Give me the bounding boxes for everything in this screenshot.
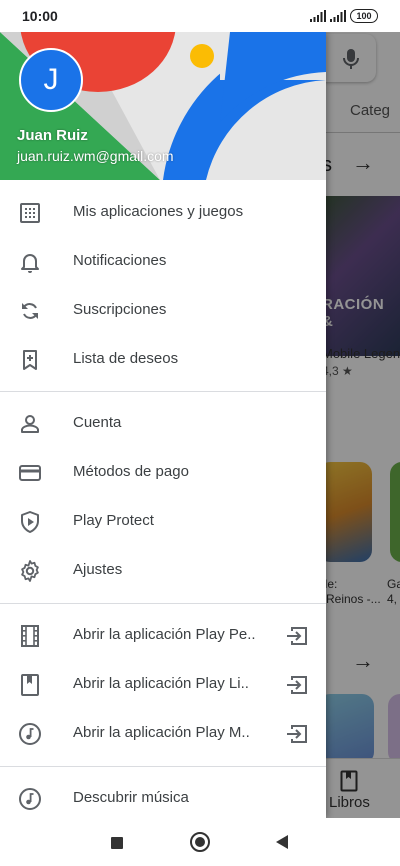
music-disc-icon [19,723,41,745]
system-navigation-bar [0,818,400,866]
back-button[interactable] [276,835,288,849]
menu-item-open-play-music[interactable]: Abrir la aplicación Play M.. [0,710,326,758]
home-button[interactable] [190,832,210,852]
credit-card-icon [19,465,41,481]
avatar[interactable]: J [19,48,83,112]
apps-grid-icon [20,203,40,223]
navigation-drawer: J Juan Ruiz juan.ruiz.wm@gmail.com Mis a… [0,32,326,818]
menu-item-label: Suscripciones [73,301,167,318]
menu-item-open-play-books[interactable]: Abrir la aplicación Play Li.. [0,661,326,709]
menu-item-label: Mis aplicaciones y juegos [73,203,244,220]
status-time: 10:00 [22,8,58,24]
menu-item-label: Abrir la aplicación Play M.. [73,724,250,741]
menu-item-settings[interactable]: Ajustes [0,547,326,595]
account-name: Juan Ruiz [17,127,88,144]
menu-item-label: Abrir la aplicación Play Pe.. [73,626,256,643]
book-icon [21,674,39,696]
divider [0,766,326,767]
recents-button[interactable] [111,837,123,849]
menu-item-my-apps[interactable]: Mis aplicaciones y juegos [0,189,326,237]
menu-item-label: Ajustes [73,561,123,578]
music-disc-icon [19,788,41,810]
account-header[interactable]: J Juan Ruiz juan.ruiz.wm@gmail.com [0,32,326,180]
menu-item-label: Cuenta [73,414,122,431]
menu-item-label: Notificaciones [73,252,167,269]
gear-icon [21,560,39,582]
open-external-icon [287,676,307,694]
menu-item-play-protect[interactable]: Play Protect [0,498,326,546]
signal-icon [330,10,346,22]
shield-play-icon [21,511,39,533]
open-external-icon [287,627,307,645]
menu-item-wishlist[interactable]: Lista de deseos [0,336,326,384]
menu-item-label: Abrir la aplicación Play Li.. [73,675,249,692]
divider [0,603,326,604]
menu-item-account[interactable]: Cuenta [0,400,326,448]
sync-icon [22,303,38,319]
person-icon [21,415,39,433]
menu-item-label: Lista de deseos [73,350,179,367]
menu-item-open-play-movies[interactable]: Abrir la aplicación Play Pe.. [0,612,326,660]
menu-item-label: Métodos de pago [73,463,189,480]
menu-item-label: Play Protect [73,512,154,529]
divider [0,391,326,392]
menu-item-discover-music[interactable]: Descubrir música [0,775,326,818]
menu-item-label: Descubrir música [73,789,189,806]
bell-icon [21,254,39,273]
bookmark-plus-icon [23,350,37,370]
film-icon [21,625,39,647]
status-bar: 10:00 100 [0,0,400,32]
menu-item-notifications[interactable]: Notificaciones [0,238,326,286]
account-email: juan.ruiz.wm@gmail.com [17,148,174,164]
menu-item-subscriptions[interactable]: Suscripciones [0,287,326,335]
menu-item-payment-methods[interactable]: Métodos de pago [0,449,326,497]
open-external-icon [287,725,307,743]
signal-icon [310,10,326,22]
battery-icon: 100 [350,9,378,23]
